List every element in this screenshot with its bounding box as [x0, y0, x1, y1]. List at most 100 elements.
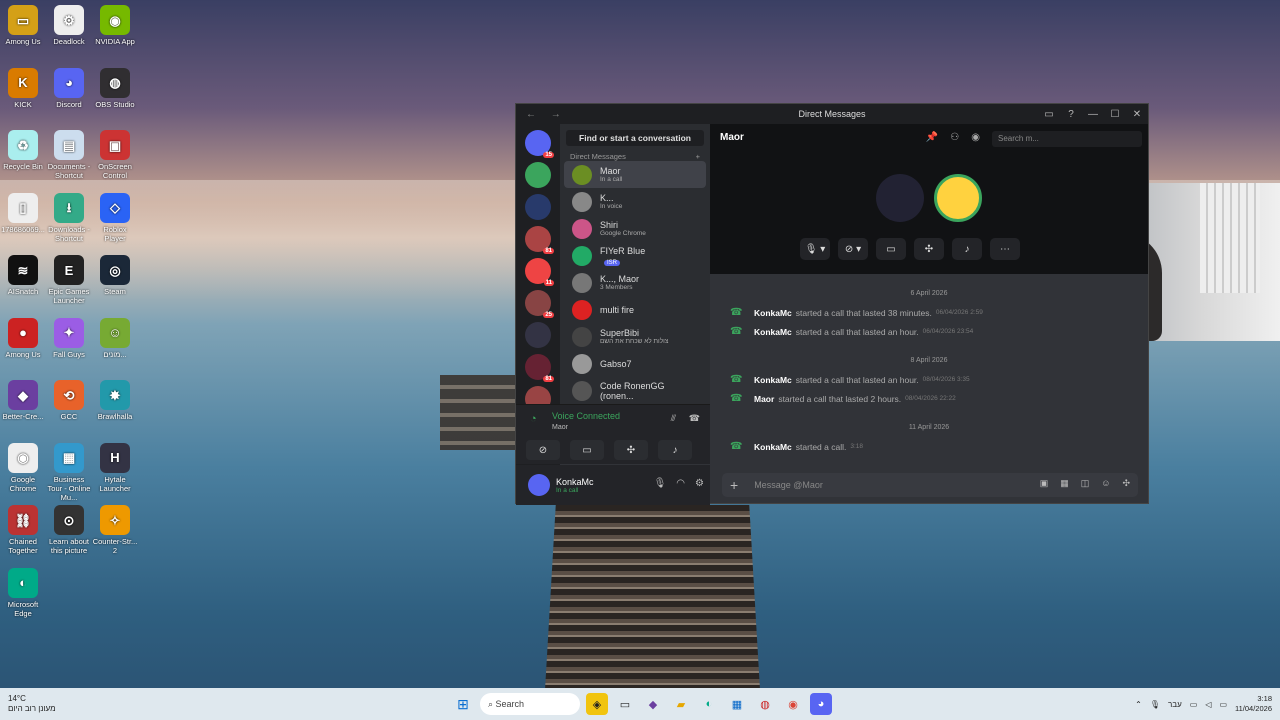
inbox-icon[interactable]: ▭ — [1038, 104, 1060, 124]
server-icon[interactable]: 81 — [525, 354, 554, 382]
desktop-icon[interactable]: ⚙ Deadlock — [46, 5, 92, 46]
desktop-icon[interactable]: E Epic Games Launcher — [46, 255, 92, 305]
dm-item[interactable]: Code RonenGG (ronen... — [564, 377, 706, 404]
camera-off-icon[interactable]: ⊘ — [526, 440, 560, 460]
clock[interactable]: 3:18 11/04/2026 — [1235, 694, 1272, 714]
emoji-icon[interactable]: ☺ — [1101, 478, 1110, 489]
server-icon[interactable]: 11 — [525, 258, 554, 286]
desktop-icon[interactable]: K KICK — [0, 67, 46, 109]
noise-suppression-icon[interactable]: ⫻ — [671, 413, 676, 424]
desktop-icon[interactable]: ⊙ Learn about this picture — [46, 505, 92, 555]
add-dm-icon[interactable]: + — [696, 152, 700, 161]
tray-chevron-icon[interactable]: ⌃ — [1135, 700, 1142, 709]
desktop-icon[interactable]: ☺ מונים... — [92, 317, 138, 359]
maximize-button[interactable]: ☐ — [1104, 104, 1126, 124]
dm-item[interactable]: SuperBibi צולות לא שכחת את השם — [564, 323, 706, 350]
desktop-icon[interactable]: ⭳ Downloads - Shortcut — [46, 192, 92, 243]
store-icon[interactable]: ▦ — [726, 693, 748, 715]
desktop-icon[interactable]: ▣ OnScreen Control — [92, 130, 138, 180]
activities-icon[interactable]: ✣ — [614, 440, 648, 460]
headphones-icon[interactable]: ◠ — [676, 478, 685, 489]
edge-icon[interactable]: ◐ — [698, 693, 720, 715]
message-author[interactable]: KonkaMc — [754, 375, 792, 385]
soundboard-icon[interactable]: ♪ — [658, 440, 692, 460]
desktop-icon[interactable]: ≋ AISnatch — [0, 255, 46, 296]
dm-item[interactable]: Shiri Google Chrome — [564, 215, 706, 242]
pin-icon[interactable]: 📌 — [926, 132, 938, 143]
chrome-icon[interactable]: ◉ — [782, 693, 804, 715]
message-composer[interactable]: + Message @Maor ▣ ▦ ◫ ☺ ✣ — [722, 473, 1138, 497]
call-more-button[interactable]: ⋯ — [990, 238, 1020, 260]
message-author[interactable]: Maor — [754, 394, 774, 404]
message-author[interactable]: KonkaMc — [754, 327, 792, 337]
call-share-button[interactable]: ▭ — [876, 238, 906, 260]
server-icon[interactable]: 25 — [525, 290, 554, 318]
attach-icon[interactable]: + — [730, 477, 738, 493]
avatar[interactable] — [528, 474, 550, 496]
call-camera-button[interactable]: ⊘ ▾ — [838, 238, 868, 260]
server-icon[interactable] — [525, 162, 551, 188]
desktop-icon[interactable]: ◆ Better-Cre... — [0, 380, 46, 421]
close-button[interactable]: ✕ — [1126, 104, 1148, 124]
dm-item[interactable]: Maor In a call — [564, 161, 706, 188]
desktop-icon[interactable]: ⟲ GCC — [46, 380, 92, 421]
help-icon[interactable]: ? — [1060, 104, 1082, 124]
call-activity-button[interactable]: ✣ — [914, 238, 944, 260]
widget-icon[interactable]: ◈ — [586, 693, 608, 715]
discord-taskbar-icon[interactable]: ◕ — [810, 693, 832, 715]
dm-item[interactable]: Gabso7 — [564, 350, 706, 377]
message-author[interactable]: KonkaMc — [754, 442, 792, 452]
battery-icon[interactable]: ▭ — [1219, 700, 1227, 709]
taskbar-search[interactable]: ⌕ Search — [480, 693, 580, 715]
desktop-icon[interactable]: ◉ NVIDIA App — [92, 5, 138, 46]
sticker-icon[interactable]: ◫ — [1081, 478, 1090, 489]
desktop-icon[interactable]: ◎ Steam — [92, 255, 138, 296]
desktop-icon[interactable]: ♻ Recycle Bin — [0, 130, 46, 171]
dm-item[interactable]: FIYeR Blue ISR — [564, 242, 706, 269]
start-icon[interactable]: ⊞ — [452, 693, 474, 715]
server-icon[interactable]: 81 — [525, 226, 554, 254]
add-friends-icon[interactable]: ⚇ — [950, 132, 959, 143]
server-icon[interactable] — [525, 194, 551, 220]
desktop-icon[interactable]: ◇ Roblox Player — [92, 192, 138, 243]
tray-mic-icon[interactable]: 🎙 — [1150, 700, 1160, 709]
desktop-icon[interactable]: ◉ Google Chrome — [0, 442, 46, 493]
find-conversation-button[interactable]: Find or start a conversation — [566, 130, 704, 146]
desktop-icon[interactable]: ✦ Fall Guys — [46, 317, 92, 359]
network-icon[interactable]: ▭ — [1190, 700, 1198, 709]
call-mic-button[interactable]: 🎙 ▾ — [800, 238, 830, 260]
dm-item[interactable]: K... In voice — [564, 188, 706, 215]
gif-icon[interactable]: ▦ — [1060, 478, 1069, 489]
desktop-icon[interactable]: ✧ Counter-Str... 2 — [92, 505, 138, 555]
gift-icon[interactable]: ▣ — [1040, 478, 1049, 489]
server-icon[interactable]: 15 — [525, 130, 554, 158]
weather-widget[interactable]: 14°C מעונן רוב היום — [8, 694, 56, 714]
search-input[interactable]: Search m... — [992, 131, 1142, 147]
desktop-icon[interactable]: ◐ Microsoft Edge — [0, 567, 46, 618]
volume-icon[interactable]: ◁ — [1205, 700, 1211, 709]
settings-icon[interactable]: ⚙ — [695, 478, 704, 489]
desktop-icon[interactable]: ▦ Business Tour - Online Mu... — [46, 442, 92, 502]
desktop-icon[interactable]: ✸ Brawlhalla — [92, 380, 138, 421]
desktop-icon[interactable]: ◍ OBS Studio — [92, 67, 138, 109]
copilot-icon[interactable]: ◆ — [642, 693, 664, 715]
profile-icon[interactable]: ◉ — [971, 132, 980, 143]
screen-share-icon[interactable]: ▭ — [570, 440, 604, 460]
disconnect-icon[interactable]: ☎ — [689, 413, 700, 424]
microphone-icon[interactable]: 🎙 — [654, 478, 667, 489]
language-indicator[interactable]: עבר — [1168, 700, 1182, 709]
desktop-icon[interactable]: ● Among Us — [0, 317, 46, 359]
dm-item[interactable]: K..., Maor 3 Members — [564, 269, 706, 296]
minimize-button[interactable]: — — [1082, 104, 1104, 124]
desktop-icon[interactable]: ◕ Discord — [46, 67, 92, 109]
desktop-icon[interactable]: ▯ 178686069... — [0, 192, 46, 234]
obs-icon[interactable]: ◍ — [754, 693, 776, 715]
task-view-icon[interactable]: ▭ — [614, 693, 636, 715]
apps-icon[interactable]: ✣ — [1122, 478, 1130, 489]
voice-connected-label[interactable]: Voice Connected — [552, 411, 620, 421]
desktop-icon[interactable]: H Hytale Launcher — [92, 442, 138, 493]
call-soundboard-button[interactable]: ♪ — [952, 238, 982, 260]
server-icon[interactable] — [525, 322, 551, 348]
desktop-icon[interactable]: ⛓ Chained Together — [0, 505, 46, 555]
message-input[interactable]: Message @Maor — [754, 480, 823, 490]
